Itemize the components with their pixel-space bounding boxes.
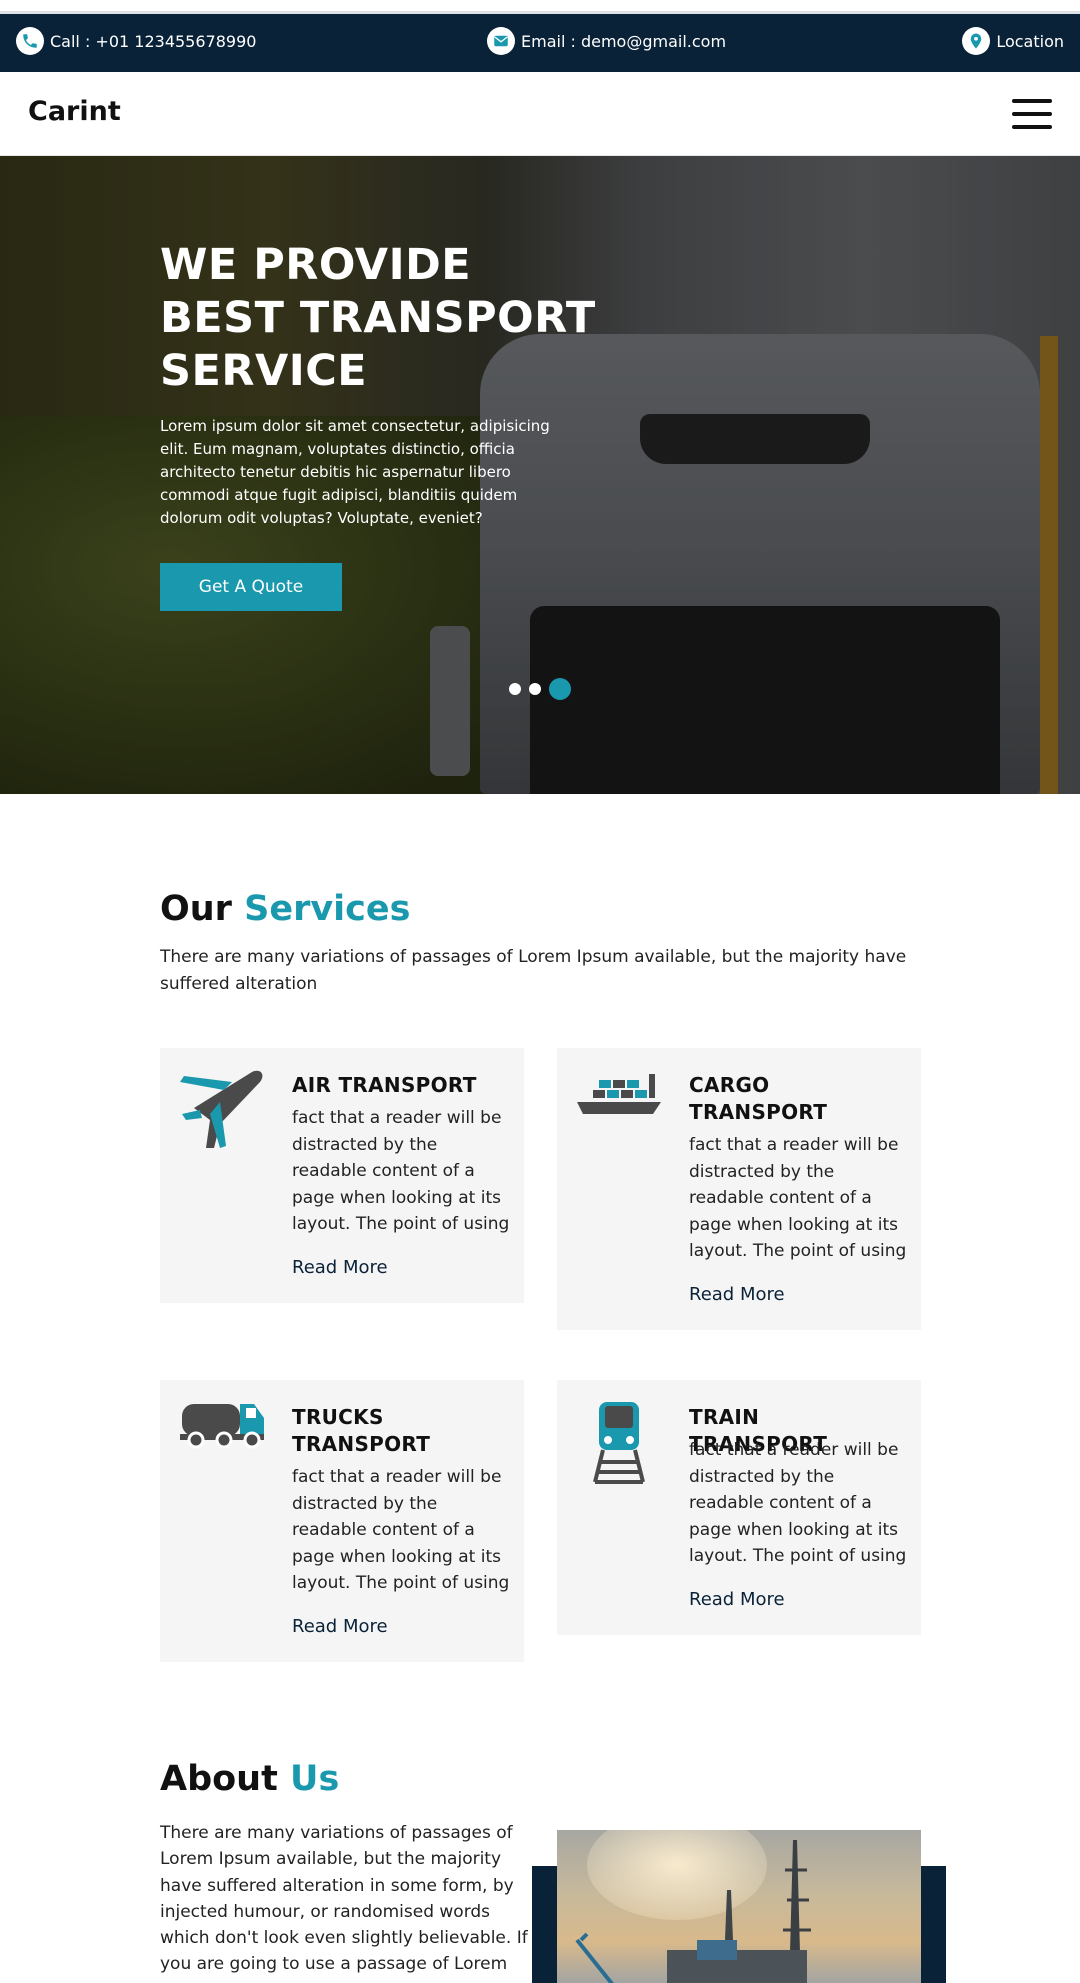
email-link[interactable]: Email : demo@gmail.com <box>487 27 726 55</box>
menu-bar <box>1012 125 1052 129</box>
phone-icon <box>16 27 44 55</box>
service-title: CARGO TRANSPORT <box>689 1073 828 1124</box>
call-link[interactable]: Call : +01 123455678990 <box>16 27 256 55</box>
services-heading-accent: Services <box>244 889 411 929</box>
train-icon <box>577 1400 661 1484</box>
services-heading-plain: Our <box>160 889 232 929</box>
slider-indicators <box>509 678 571 700</box>
services-subtitle: There are many variations of passages of… <box>160 947 907 994</box>
location-text: Location <box>996 31 1064 51</box>
hero-slider: WE PROVIDE BEST TRANSPORT SERVICE Lorem … <box>0 156 1080 794</box>
service-text: fact that a reader will be distracted by… <box>292 1108 510 1234</box>
hero-text: Lorem ipsum dolor sit amet consectetur, … <box>160 417 550 527</box>
service-card-cargo: CARGO TRANSPORT fact that a reader will … <box>557 1048 921 1330</box>
service-title: TRUCKS TRANSPORT <box>292 1405 431 1456</box>
slider-dot[interactable] <box>529 683 541 695</box>
about-text: There are many variations of passages of… <box>160 1823 528 1975</box>
truck-icon <box>180 1400 264 1484</box>
airplane-icon <box>180 1068 264 1152</box>
contact-bar: Call : +01 123455678990 Email : demo@gma… <box>0 14 1080 72</box>
hero-title: WE PROVIDE BEST TRANSPORT SERVICE <box>160 240 596 396</box>
about-heading: About Us <box>160 1759 339 1799</box>
read-more-link[interactable]: Read More <box>689 1284 785 1305</box>
location-link[interactable]: Location <box>962 27 1064 55</box>
service-text: fact that a reader will be distracted by… <box>689 1135 907 1261</box>
menu-bar <box>1012 99 1052 103</box>
read-more-link[interactable]: Read More <box>292 1257 388 1278</box>
service-card-air: AIR TRANSPORT fact that a reader will be… <box>160 1048 524 1303</box>
services-heading: Our Services <box>160 889 410 929</box>
service-text: fact that a reader will be distracted by… <box>689 1440 907 1566</box>
get-quote-button[interactable]: Get A Quote <box>160 563 342 611</box>
hamburger-menu-button[interactable] <box>1012 99 1052 129</box>
about-image <box>557 1830 921 1983</box>
email-text: Email : demo@gmail.com <box>521 31 727 51</box>
read-more-link[interactable]: Read More <box>689 1589 785 1610</box>
service-text: fact that a reader will be distracted by… <box>292 1467 510 1593</box>
navbar: Carint <box>0 72 1080 156</box>
call-text: Call : +01 123455678990 <box>50 31 257 51</box>
about-heading-plain: About <box>160 1759 278 1799</box>
slider-dot-active[interactable] <box>549 678 571 700</box>
envelope-icon <box>487 27 515 55</box>
slider-dot[interactable] <box>509 683 521 695</box>
service-card-truck: TRUCKS TRANSPORT fact that a reader will… <box>160 1380 524 1662</box>
about-heading-accent: Us <box>290 1759 340 1799</box>
service-card-train: TRAIN TRANSPORT fact that a reader will … <box>557 1380 921 1635</box>
cargo-ship-icon <box>577 1068 661 1152</box>
service-title: AIR TRANSPORT <box>292 1073 477 1097</box>
menu-bar <box>1012 112 1052 116</box>
top-border <box>0 0 1080 14</box>
map-pin-icon <box>962 27 991 55</box>
read-more-link[interactable]: Read More <box>292 1616 388 1637</box>
brand-logo[interactable]: Carint <box>28 96 121 127</box>
